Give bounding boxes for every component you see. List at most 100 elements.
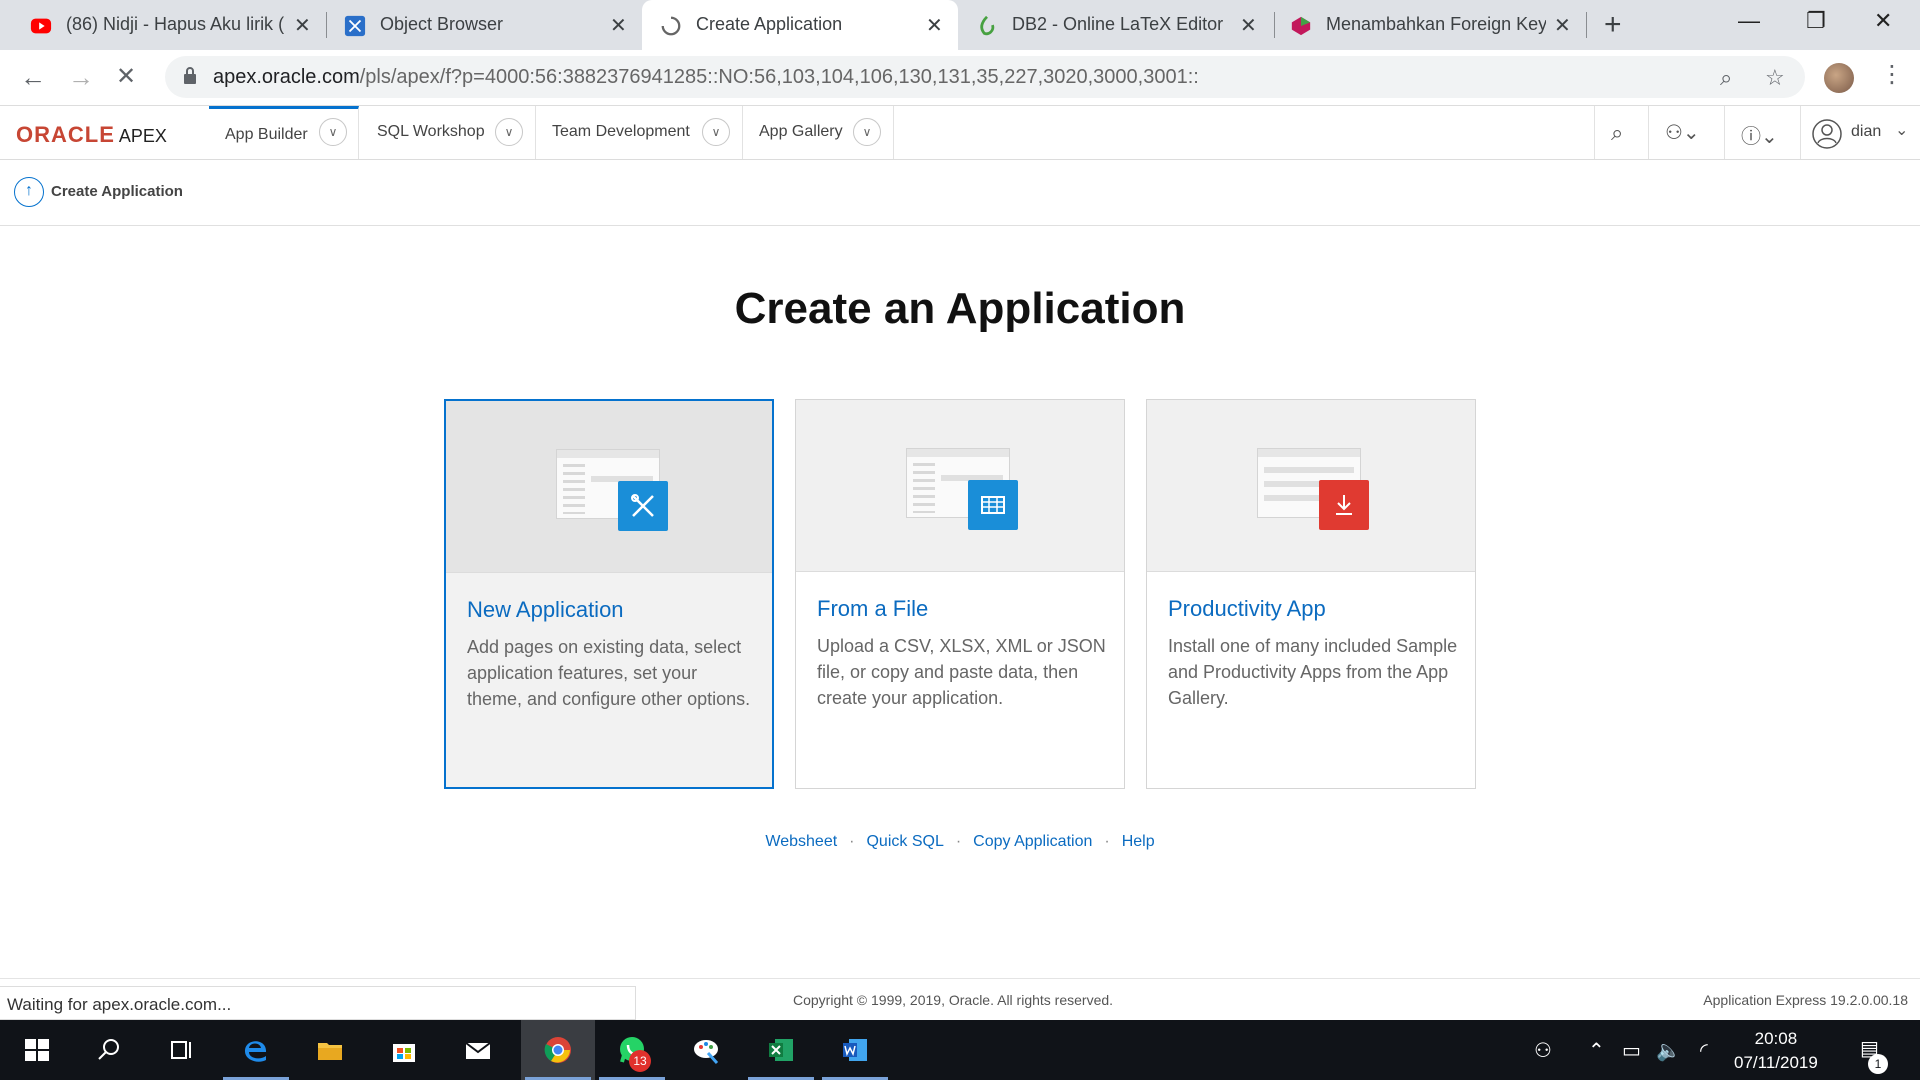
footer-divider	[0, 978, 1920, 979]
taskbar-chrome[interactable]	[521, 1020, 595, 1080]
edge-icon	[244, 1041, 267, 1062]
wifi-icon[interactable]: ◜	[1700, 1038, 1708, 1063]
stop-loading-icon[interactable]: ✕	[116, 62, 136, 91]
minimize-icon[interactable]: —	[1738, 8, 1760, 34]
chevron-down-icon[interactable]: ∨	[495, 118, 523, 146]
link-separator: ·	[1104, 833, 1110, 850]
wrench-pencil-icon	[618, 481, 668, 531]
logo-product: APEX	[118, 126, 167, 146]
nav-label: App Builder	[225, 126, 308, 143]
taskbar-paint[interactable]	[670, 1020, 744, 1080]
address-bar[interactable]: apex.oracle.com/pls/apex/f?p=4000:56:388…	[165, 56, 1805, 98]
user-menu-button[interactable]: dian ⌄	[1800, 106, 1920, 159]
grid-table-icon	[968, 480, 1018, 530]
browser-tab-youtube[interactable]: (86) Nidji - Hapus Aku lirik ( ✕	[0, 0, 322, 50]
back-icon[interactable]: ←	[20, 62, 46, 93]
overleaf-icon	[980, 15, 995, 36]
link-quick-sql[interactable]: Quick SQL	[866, 833, 943, 850]
chevron-down-icon[interactable]: ∨	[702, 118, 730, 146]
bookmark-star-icon[interactable]: ☆	[1765, 65, 1785, 91]
taskbar-mail[interactable]	[441, 1020, 515, 1080]
oracle-apex-logo[interactable]: ORACLE APEX	[16, 122, 167, 148]
browser-tab-overleaf[interactable]: DB2 - Online LaTeX Editor C ✕	[960, 0, 1272, 50]
chrome-menu-icon[interactable]: ⋮	[1880, 60, 1904, 89]
page-title: Create an Application	[734, 284, 1186, 333]
close-tab-icon[interactable]: ✕	[926, 13, 943, 38]
search-icon: ⌕	[1611, 120, 1624, 145]
card-from-a-file[interactable]: From a File Upload a CSV, XLSX, XML or J…	[795, 399, 1125, 789]
browser-tab-create-application[interactable]: Create Application ✕	[642, 0, 958, 50]
battery-icon[interactable]: ▭	[1622, 1038, 1641, 1063]
link-websheet[interactable]: Websheet	[765, 833, 837, 850]
user-avatar-icon	[1812, 119, 1842, 149]
lock-icon[interactable]	[183, 67, 197, 85]
forward-icon[interactable]: →	[68, 62, 94, 93]
volume-icon[interactable]: 🔈	[1656, 1038, 1681, 1063]
card-productivity-app[interactable]: Productivity App Install one of many inc…	[1146, 399, 1476, 789]
close-window-icon[interactable]: ✕	[1874, 8, 1892, 34]
windows-taskbar: 13 ⚇ ⌃ ▭ 🔈 ◜ 20:08 07/11/2019 ▤ 1	[0, 1020, 1920, 1080]
tab-title: DB2 - Online LaTeX Editor C	[1012, 14, 1224, 34]
chevron-down-icon[interactable]: ∨	[319, 118, 347, 146]
chrome-icon	[544, 1037, 571, 1063]
start-button[interactable]	[0, 1020, 74, 1080]
store-icon	[393, 1044, 415, 1062]
nav-label: SQL Workshop	[377, 123, 485, 140]
restore-icon[interactable]: ❐	[1806, 8, 1826, 34]
card-new-application[interactable]: New Application Add pages on existing da…	[444, 399, 774, 789]
up-arrow-icon[interactable]: ↑	[14, 177, 44, 207]
url-path: /pls/apex/f?p=4000:56:3882376941285::NO:…	[359, 66, 1199, 88]
new-tab-button[interactable]: +	[1604, 8, 1622, 42]
taskbar-excel[interactable]	[744, 1020, 818, 1080]
paint-icon	[694, 1040, 719, 1065]
zoom-icon[interactable]: ⌕	[1720, 65, 1732, 91]
close-tab-icon[interactable]: ✕	[1240, 13, 1257, 38]
close-tab-icon[interactable]: ✕	[1554, 13, 1571, 38]
help-button[interactable]: ⓘ⌄	[1724, 106, 1800, 159]
card-title[interactable]: New Application	[467, 597, 624, 623]
logo-brand: ORACLE	[16, 122, 115, 147]
url-text[interactable]: apex.oracle.com/pls/apex/f?p=4000:56:388…	[213, 66, 1199, 89]
nav-sql-workshop[interactable]: SQL Workshop ∨	[359, 106, 536, 159]
taskbar-whatsapp[interactable]: 13	[595, 1020, 669, 1080]
admin-user-icon: ⚇⌄	[1665, 122, 1700, 144]
task-view-button[interactable]	[144, 1020, 218, 1080]
card-description: Install one of many included Sample and …	[1168, 636, 1458, 708]
tab-title: (86) Nidji - Hapus Aku lirik (	[66, 14, 285, 34]
card-illustration	[446, 401, 772, 573]
nav-app-gallery[interactable]: App Gallery ∨	[743, 106, 894, 159]
close-tab-icon[interactable]: ✕	[610, 13, 627, 38]
url-host: apex.oracle.com	[213, 66, 360, 88]
link-separator: ·	[955, 833, 962, 850]
copyright-text: Copyright © 1999, 2019, Oracle. All righ…	[793, 992, 1114, 1008]
browser-tab-foreign-key[interactable]: Menambahkan Foreign Key ✕	[1276, 0, 1586, 50]
taskbar-file-explorer[interactable]	[293, 1020, 367, 1080]
show-hidden-icons-icon[interactable]: ⌃	[1588, 1038, 1605, 1063]
nav-team-development[interactable]: Team Development ∨	[536, 106, 743, 159]
clock-time: 20:08	[1754, 1029, 1798, 1048]
administration-button[interactable]: ⚇⌄	[1648, 106, 1724, 159]
card-title[interactable]: Productivity App	[1168, 596, 1326, 622]
nav-app-builder[interactable]: App Builder ∨	[209, 106, 359, 159]
taskbar-edge[interactable]	[219, 1020, 293, 1080]
clock-date: 07/11/2019	[1734, 1053, 1818, 1072]
link-help[interactable]: Help	[1122, 833, 1155, 850]
taskbar-search[interactable]	[72, 1020, 146, 1080]
people-icon[interactable]: ⚇	[1534, 1038, 1552, 1063]
taskbar-clock[interactable]: 20:08 07/11/2019	[1734, 1027, 1818, 1075]
nav-label: App Gallery	[759, 123, 843, 140]
browser-tab-object-browser[interactable]: Object Browser ✕	[330, 0, 640, 50]
close-tab-icon[interactable]: ✕	[294, 13, 311, 38]
version-text: Application Express 19.2.0.00.18	[1703, 992, 1908, 1008]
search-button[interactable]: ⌕	[1594, 106, 1648, 159]
taskbar-word[interactable]	[818, 1020, 892, 1080]
loading-spinner-icon	[661, 16, 681, 36]
link-copy-application[interactable]: Copy Application	[973, 833, 1092, 850]
browser-tab-strip: (86) Nidji - Hapus Aku lirik ( ✕ Object …	[0, 0, 1920, 50]
taskbar-store[interactable]	[367, 1020, 441, 1080]
chevron-down-icon[interactable]: ∨	[853, 118, 881, 146]
card-title[interactable]: From a File	[817, 596, 928, 622]
chrome-profile-avatar[interactable]	[1824, 63, 1854, 93]
apex-header: ORACLE APEX App Builder ∨ SQL Workshop ∨ …	[0, 106, 1920, 160]
browser-toolbar: ← → ✕ apex.oracle.com/pls/apex/f?p=4000:…	[0, 50, 1920, 106]
